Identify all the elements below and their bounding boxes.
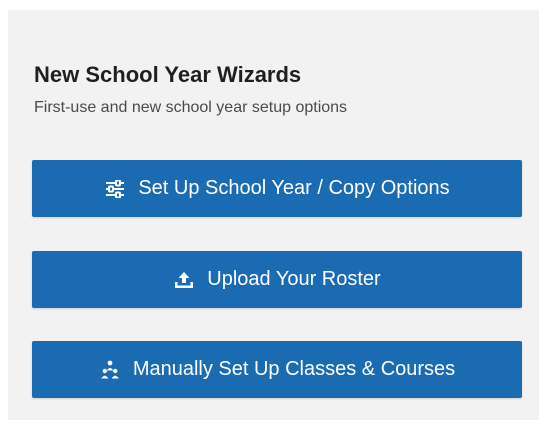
upload-icon <box>173 269 195 291</box>
panel-subtitle: First-use and new school year setup opti… <box>34 99 348 116</box>
manual-setup-classes-label: Manually Set Up Classes & Courses <box>132 358 456 380</box>
people-group-icon <box>99 359 121 381</box>
sliders-icon <box>104 178 126 200</box>
panel-title: New School Year Wizards <box>34 62 302 87</box>
setup-school-year-button[interactable]: Set Up School Year / Copy Options <box>32 160 522 217</box>
manual-setup-classes-button[interactable]: Manually Set Up Classes & Courses <box>32 341 522 398</box>
upload-roster-label: Upload Your Roster <box>207 268 381 290</box>
upload-roster-button[interactable]: Upload Your Roster <box>32 251 522 308</box>
wizards-panel: New School Year Wizards First-use and ne… <box>8 10 539 420</box>
setup-school-year-label: Set Up School Year / Copy Options <box>138 177 450 199</box>
